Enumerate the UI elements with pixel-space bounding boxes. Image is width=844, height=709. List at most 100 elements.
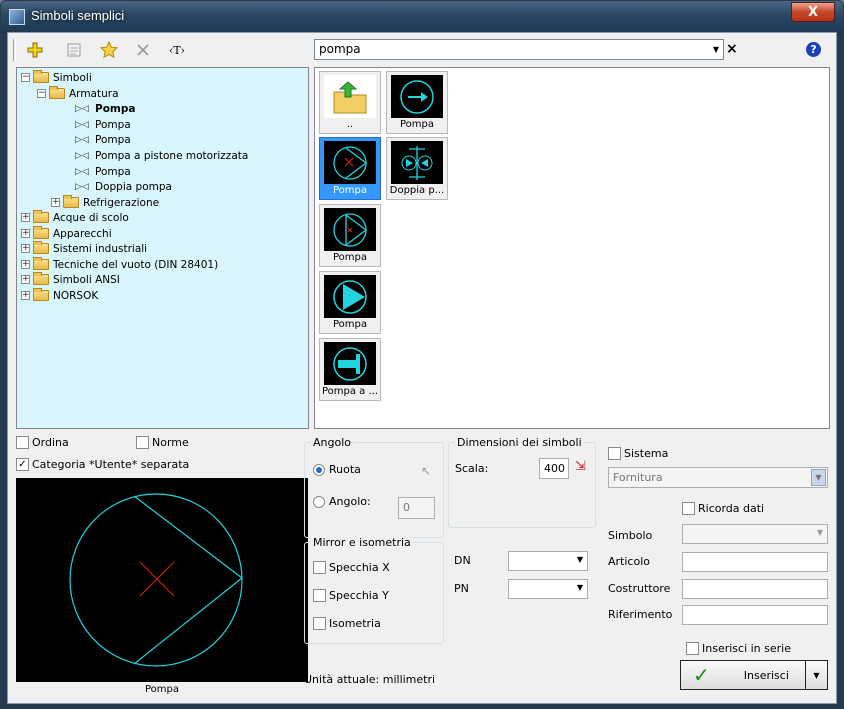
folder-icon [33, 70, 49, 83]
checkbox-box[interactable] [686, 642, 699, 655]
collapse-icon[interactable]: − [37, 89, 46, 98]
units-text: Unità attuale: millimetri [304, 673, 436, 686]
costruttore-label: Costruttore [608, 582, 671, 595]
close-button[interactable]: X [791, 2, 835, 22]
symbol-tree[interactable]: − Simboli − Armatura ▷◁ Pompa ▷◁ Pompa ▷… [16, 67, 309, 429]
checkbox-box[interactable] [136, 436, 149, 449]
mirror-y-checkbox[interactable]: Specchia Y [313, 589, 389, 602]
tree-item-pompa-selected[interactable]: ▷◁ Pompa [75, 101, 135, 116]
checkbox-box[interactable] [313, 589, 326, 602]
tree-item-sistemi[interactable]: + Sistemi industriali [21, 241, 147, 256]
expand-icon[interactable]: + [21, 260, 30, 269]
preview-caption: Pompa [144, 684, 179, 695]
sistema-label: Sistema [624, 447, 669, 460]
angle-radio[interactable]: Angolo: [313, 495, 371, 508]
checkmark-icon[interactable]: ✓ [16, 458, 29, 471]
ordina-checkbox[interactable]: Ordina [16, 436, 69, 449]
costruttore-input[interactable] [682, 579, 828, 599]
remember-data-checkbox[interactable]: Ricorda dati [682, 502, 764, 515]
pick-scale-icon[interactable]: ⇲ [575, 459, 586, 474]
tile-caption: Doppia p... [389, 185, 445, 196]
expand-icon[interactable]: + [21, 291, 30, 300]
expand-icon[interactable]: + [21, 229, 30, 238]
norme-checkbox[interactable]: Norme [136, 436, 189, 449]
tree-item-apparecchi[interactable]: + Apparecchi [21, 226, 112, 241]
tree-item-refrigerazione[interactable]: + Refrigerazione [51, 195, 159, 210]
tree-item[interactable]: ▷◁ Pompa [75, 164, 131, 179]
tile-doppia-pompa[interactable]: Doppia p... [386, 137, 448, 200]
pick-cursor-icon[interactable]: ↖ [421, 464, 431, 478]
symbol-grid[interactable]: .. Pompa Pompa Doppia p... Pompa Pompa P… [314, 67, 830, 429]
simbolo-label: Simbolo [608, 529, 653, 542]
collapse-icon[interactable]: − [21, 73, 30, 82]
tree-item[interactable]: ▷◁ Pompa [75, 132, 131, 147]
angle-group-label: Angolo [311, 436, 353, 449]
tile-caption: Pompa [399, 119, 434, 130]
tree-item-vuoto[interactable]: + Tecniche del vuoto (DIN 28401) [21, 257, 218, 272]
radio-dot[interactable] [313, 495, 325, 508]
pump-filled-icon [324, 275, 376, 318]
rotate-radio[interactable]: Ruota [313, 463, 361, 476]
add-icon[interactable] [22, 38, 48, 62]
insert-series-label: Inserisci in serie [702, 642, 791, 655]
sistema-checkbox[interactable]: Sistema [608, 447, 668, 460]
favorite-star-icon[interactable] [96, 38, 122, 62]
scale-input[interactable]: 400 [539, 458, 569, 479]
pump-triangle-icon [324, 208, 376, 251]
checkbox-box[interactable] [682, 502, 695, 515]
checkbox-box[interactable] [16, 436, 29, 449]
insert-menu-button[interactable]: ▼ [806, 660, 828, 690]
tree-item-armatura[interactable]: − Armatura [37, 86, 119, 101]
checkbox-box[interactable] [313, 561, 326, 574]
text-icon[interactable]: ‹T› [164, 38, 190, 62]
angle-input[interactable]: 0 [398, 497, 435, 519]
folder-icon [33, 241, 49, 254]
folder-icon [63, 195, 79, 208]
articolo-input[interactable] [682, 552, 828, 572]
search-input[interactable]: pompa ▼ [314, 39, 724, 60]
tree-item-label: Pompa [95, 118, 131, 131]
pn-dropdown[interactable]: ▼ [508, 579, 588, 599]
fornitura-dropdown[interactable]: Fornitura ▼ [608, 467, 828, 488]
search-dropdown-icon[interactable]: ▼ [713, 45, 719, 54]
insert-button[interactable]: ✓ Inserisci [680, 660, 806, 690]
rotate-label: Ruota [329, 463, 361, 476]
tree-item[interactable]: ▷◁ Doppia pompa [75, 179, 172, 194]
symbol-preview [16, 478, 308, 682]
tree-item[interactable]: ▷◁ Pompa a pistone motorizzata [75, 148, 248, 163]
checkbox-box[interactable] [313, 617, 326, 630]
tile-pompa[interactable]: Pompa [319, 204, 381, 267]
help-icon[interactable]: ? [806, 42, 821, 57]
expand-icon[interactable]: + [21, 244, 30, 253]
categoria-checkbox[interactable]: ✓ Categoria *Utente* separata [16, 458, 189, 471]
delete-icon[interactable] [130, 38, 156, 62]
tile-parent-folder[interactable]: .. [319, 71, 381, 134]
properties-icon[interactable] [61, 38, 87, 62]
dn-dropdown[interactable]: ▼ [508, 551, 588, 571]
title-bar[interactable]: Simboli semplici X [1, 1, 843, 32]
clear-search-icon[interactable]: × [726, 41, 738, 57]
tree-item[interactable]: ▷◁ Pompa [75, 117, 131, 132]
tree-item-simboli[interactable]: − Simboli [21, 70, 92, 85]
tile-caption: Pompa a ... [321, 386, 379, 397]
expand-icon[interactable]: + [21, 213, 30, 222]
tile-pompa-pistone[interactable]: Pompa a ... [319, 338, 381, 401]
isometric-checkbox[interactable]: Isometria [313, 617, 381, 630]
tree-item-norsok[interactable]: + NORSOK [21, 288, 98, 303]
symbol-leaf-icon: ▷◁ [75, 150, 89, 161]
expand-icon[interactable]: + [51, 198, 60, 207]
tile-pompa-selected[interactable]: Pompa [319, 137, 381, 200]
insert-series-checkbox[interactable]: Inserisci in serie [686, 642, 791, 655]
riferimento-input[interactable] [682, 605, 828, 625]
expand-icon[interactable]: + [21, 275, 30, 284]
simbolo-dropdown[interactable]: ▼ [682, 524, 828, 544]
mirror-x-checkbox[interactable]: Specchia X [313, 561, 390, 574]
tile-pompa[interactable]: Pompa [386, 71, 448, 134]
tile-pompa[interactable]: Pompa [319, 271, 381, 334]
tree-item-label: Simboli [53, 71, 92, 84]
tree-item-ansi[interactable]: + Simboli ANSI [21, 272, 120, 287]
tree-item-acque[interactable]: + Acque di scolo [21, 210, 129, 225]
radio-dot[interactable] [313, 463, 325, 476]
checkbox-box[interactable] [608, 447, 621, 460]
mirror-group: Mirror e isometria Specchia X Specchia Y… [304, 536, 444, 644]
